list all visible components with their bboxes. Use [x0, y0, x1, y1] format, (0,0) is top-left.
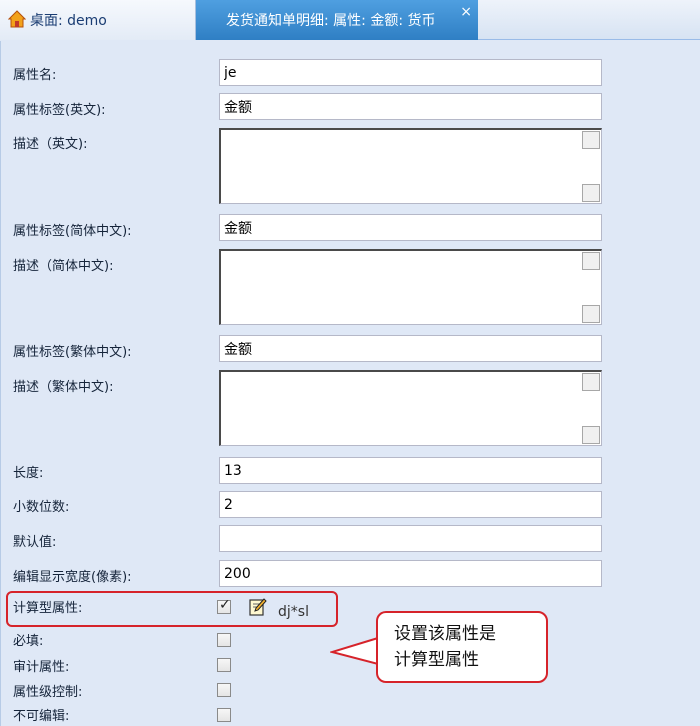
scroll-up-button[interactable]: [582, 131, 600, 149]
desc-en-textarea[interactable]: [219, 128, 602, 204]
desc-zh-hant-textarea[interactable]: [219, 370, 602, 446]
length-label: 长度:: [13, 466, 44, 481]
desc-en-label: 描述（英文):: [13, 137, 88, 152]
decimals-label: 小数位数:: [13, 500, 70, 515]
display-width-label: 编辑显示宽度(像素):: [13, 570, 132, 585]
annotation-line-1: 设置该属性是: [394, 624, 496, 644]
readonly-checkbox[interactable]: [217, 708, 231, 722]
desc-zh-hans-textarea[interactable]: [219, 249, 602, 325]
default-value-input[interactable]: [219, 525, 602, 552]
annotation-callout: 设置该属性是 计算型属性: [376, 611, 548, 683]
audit-label: 审计属性:: [13, 660, 70, 675]
label-en-label: 属性标签(英文):: [13, 103, 106, 118]
label-zh-hant-label: 属性标签(繁体中文):: [13, 345, 132, 360]
scroll-down-button[interactable]: [582, 184, 600, 202]
tab-bar: 桌面: demo 发货通知单明细: 属性: 金额: 货币 ×: [0, 0, 700, 40]
close-icon[interactable]: ×: [460, 4, 472, 20]
scroll-down-button[interactable]: [582, 305, 600, 323]
length-input[interactable]: [219, 457, 602, 484]
scroll-up-button[interactable]: [582, 373, 600, 391]
tab-shipping-detail[interactable]: 发货通知单明细: 属性: 金额: 货币 ×: [196, 0, 478, 40]
property-name-input[interactable]: [219, 59, 602, 86]
scroll-up-button[interactable]: [582, 252, 600, 270]
label-zh-hans-label: 属性标签(简体中文):: [13, 224, 132, 239]
home-icon: [8, 10, 26, 28]
annotation-line-2: 计算型属性: [394, 650, 479, 670]
highlight-box: [6, 591, 338, 627]
scroll-down-button[interactable]: [582, 426, 600, 444]
display-width-input[interactable]: [219, 560, 602, 587]
attr-control-label: 属性级控制:: [13, 685, 83, 700]
attr-control-checkbox[interactable]: [217, 683, 231, 697]
property-name-label: 属性名:: [13, 68, 57, 83]
callout-tail: [330, 636, 380, 666]
label-zh-hans-input[interactable]: [219, 214, 602, 241]
decimals-input[interactable]: [219, 491, 602, 518]
desc-zh-hans-label: 描述（简体中文):: [13, 259, 114, 274]
desc-zh-hant-label: 描述（繁体中文):: [13, 380, 114, 395]
tab-active-label: 发货通知单明细: 属性: 金额: 货币: [226, 13, 436, 29]
tab-home[interactable]: 桌面: demo: [0, 0, 196, 40]
label-en-input[interactable]: [219, 93, 602, 120]
default-value-label: 默认值:: [13, 535, 57, 550]
tab-home-label: 桌面: demo: [30, 13, 107, 29]
audit-checkbox[interactable]: [217, 658, 231, 672]
required-checkbox[interactable]: [217, 633, 231, 647]
label-zh-hant-input[interactable]: [219, 335, 602, 362]
required-label: 必填:: [13, 634, 44, 649]
readonly-label: 不可编辑:: [13, 709, 70, 724]
